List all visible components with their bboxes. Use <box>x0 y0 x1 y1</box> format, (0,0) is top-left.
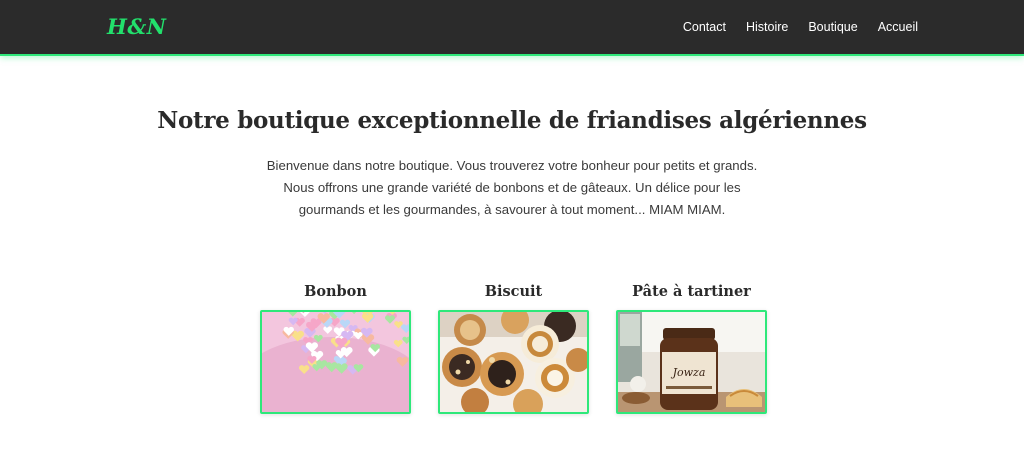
candy-image[interactable] <box>260 310 411 414</box>
product-card-biscuit: Biscuit <box>438 283 589 414</box>
page-title: Notre boutique exceptionnelle de friandi… <box>157 107 867 134</box>
product-title: Bonbon <box>304 283 367 300</box>
intro-paragraph: Bienvenue dans notre boutique. Vous trou… <box>0 155 1024 221</box>
nav-link-boutique[interactable]: Boutique <box>808 20 857 34</box>
product-card-bonbon: Bonbon <box>260 283 411 414</box>
jar-label: Jowza <box>671 366 706 379</box>
intro-line: Bienvenue dans notre boutique. Vous trou… <box>266 158 758 173</box>
product-title: Biscuit <box>484 283 543 300</box>
nav-link-histoire[interactable]: Histoire <box>746 20 788 34</box>
spread-jar-image[interactable]: Jowza <box>616 310 767 414</box>
product-card-pate-a-tartiner: Pâte à tartiner Jowza <box>616 283 767 414</box>
product-title: Pâte à tartiner <box>632 283 751 300</box>
intro-line: gourmands et les gourmandes, à savourer … <box>298 202 726 217</box>
nav-link-accueil[interactable]: Accueil <box>878 20 918 34</box>
main-nav: Contact Histoire Boutique Accueil <box>683 20 918 34</box>
top-navbar: H&N Contact Histoire Boutique Accueil <box>0 0 1024 56</box>
intro-line: Nous offrons une grande variété de bonbo… <box>283 180 741 195</box>
nav-link-contact[interactable]: Contact <box>683 20 726 34</box>
product-cards: Bonbon Biscuit Pâte à tartiner Jowza <box>260 283 767 414</box>
logo[interactable]: H&N <box>107 14 167 39</box>
biscuit-image[interactable] <box>438 310 589 414</box>
